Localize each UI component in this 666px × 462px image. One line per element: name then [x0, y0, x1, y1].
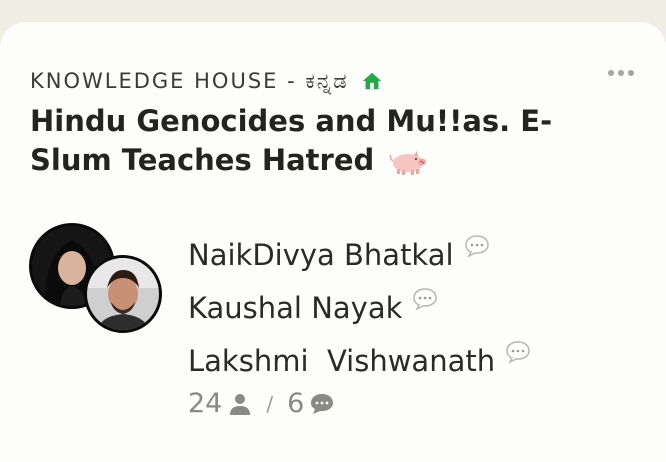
room-title: Hindu Genocides and Mu!!as. E-Slum Teach…: [30, 102, 630, 180]
avatar-image: [87, 258, 159, 330]
more-options-icon[interactable]: [608, 70, 634, 76]
room-title-text: Hindu Genocides and Mu!!as. E-Slum Teach…: [30, 104, 553, 177]
club-name[interactable]: KNOWLEDGE HOUSE - ಕನ್ನಡ: [30, 69, 349, 94]
stats-separator: /: [266, 391, 274, 416]
chat-bubble-icon: [311, 393, 334, 414]
room-stats: 24 / 6: [188, 388, 334, 419]
listener-count: 24: [188, 388, 223, 419]
speaker-row[interactable]: NaikDivya Bhatkal: [188, 228, 531, 281]
person-icon: [230, 393, 251, 415]
speaker-count: 6: [287, 388, 305, 419]
room-card[interactable]: KNOWLEDGE HOUSE - ಕನ್ನಡ Hindu Genocides …: [0, 22, 666, 462]
house-icon: [362, 72, 381, 90]
speaker-list: NaikDivya Bhatkal Kaushal Nayak Lakshmi …: [188, 228, 531, 387]
chat-bubble-icon: [464, 234, 489, 258]
speaker-row[interactable]: Kaushal Nayak: [188, 281, 531, 334]
chat-bubble-icon: [413, 287, 438, 311]
speaker-name[interactable]: Lakshmi Vishwanath: [188, 344, 495, 378]
pig-icon: [389, 151, 427, 175]
speaker-name[interactable]: NaikDivya Bhatkal: [188, 238, 454, 272]
speaker-row[interactable]: Lakshmi Vishwanath: [188, 334, 531, 387]
chat-bubble-icon: [506, 340, 530, 364]
speaker-name[interactable]: Kaushal Nayak: [188, 291, 402, 325]
speaker-avatar-2[interactable]: [84, 255, 162, 333]
club-row[interactable]: KNOWLEDGE HOUSE - ಕನ್ನಡ: [30, 66, 383, 96]
